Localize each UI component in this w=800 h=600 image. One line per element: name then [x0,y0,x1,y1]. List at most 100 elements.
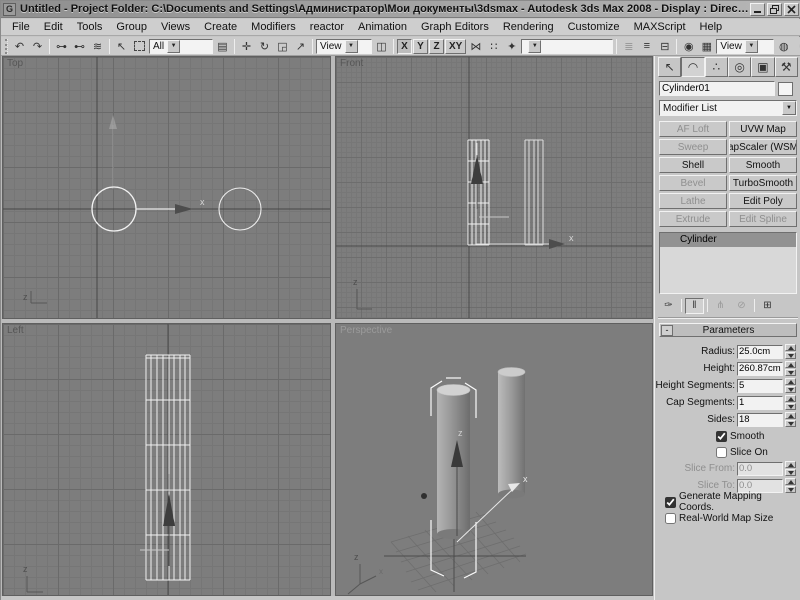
radius-field[interactable] [737,345,783,359]
slice-on-checkbox[interactable] [716,447,727,458]
dropdown-arrow-icon[interactable]: ▼ [345,40,358,53]
spinner-down-icon[interactable] [785,369,796,376]
viewport-perspective[interactable]: z x z x Perspective [335,323,653,596]
schematic-view-icon[interactable]: ⊟ [656,38,673,54]
menu-reactor[interactable]: reactor [303,20,351,34]
layer-manager-icon[interactable]: ≣ [620,38,637,54]
generate-mapping-checkbox[interactable] [665,497,676,508]
viewport-top-label[interactable]: Top [7,58,23,69]
modifier-button-smooth[interactable]: Smooth [729,157,797,173]
selection-filter-dropdown[interactable]: All ▼ [149,39,213,54]
dropdown-arrow-icon[interactable]: ▼ [782,101,796,115]
dropdown-arrow-icon[interactable]: ▼ [167,40,180,53]
sides-field[interactable] [737,413,783,427]
render-scene-icon[interactable]: ▦ [698,38,715,54]
height-field[interactable] [737,362,783,376]
object-name-field[interactable] [659,81,775,96]
axis-constraint-xy-button[interactable]: XY [445,39,466,54]
undo-icon[interactable]: ↶ [11,38,28,54]
named-selection-sets-dropdown[interactable]: ▼ [521,39,613,54]
viewport-left[interactable]: z Left [2,323,331,596]
restore-button[interactable] [767,3,782,16]
height-segments-field[interactable] [737,379,783,393]
axis-constraint-y-button[interactable]: Y [413,39,428,54]
select-object-icon[interactable]: ↖ [113,38,130,54]
select-and-scale-icon[interactable]: ◲ [274,38,291,54]
menu-graph-editors[interactable]: Graph Editors [414,20,496,34]
move-gizmo-x-arrow[interactable] [175,204,193,214]
reference-coordinate-dropdown[interactable]: View ▼ [316,39,372,54]
radius-spinner[interactable] [785,344,796,359]
menu-animation[interactable]: Animation [351,20,414,34]
dropdown-arrow-icon[interactable]: ▼ [528,40,541,53]
modifier-button-uvw-map[interactable]: UVW Map [729,121,797,137]
modifier-button-edit-poly[interactable]: Edit Poly [729,193,797,209]
modifier-stack[interactable]: Cylinder [659,232,797,294]
parameters-rollout-header[interactable]: - Parameters [659,323,797,337]
redo-icon[interactable]: ↷ [29,38,46,54]
menu-create[interactable]: Create [197,20,244,34]
select-and-link-icon[interactable]: ⊶ [53,38,70,54]
select-by-name-icon[interactable]: ▤ [214,38,231,54]
menu-views[interactable]: Views [154,20,197,34]
modifier-button-shell[interactable]: Shell [659,157,727,173]
close-button[interactable] [784,3,799,16]
rollout-collapse-icon[interactable]: - [661,325,673,336]
axis-constraint-x-button[interactable]: X [397,39,412,54]
quick-render-icon[interactable]: ◍ [775,38,792,54]
spinner-down-icon[interactable] [785,420,796,427]
use-pivot-center-icon[interactable]: ◫ [373,38,390,54]
modifier-button-turbosmooth[interactable]: TurboSmooth [729,175,797,191]
height-spinner[interactable] [785,361,796,376]
menu-rendering[interactable]: Rendering [496,20,561,34]
tab-create[interactable]: ↖ [658,57,681,77]
cap-segments-field[interactable] [737,396,783,410]
modifier-list-dropdown[interactable]: Modifier List ▼ [659,100,797,116]
spinner-up-icon[interactable] [785,395,796,402]
toolbar-drag-handle[interactable] [5,39,8,54]
spinner-down-icon[interactable] [785,403,796,410]
cylinder01-object-front[interactable] [468,140,489,245]
menu-group[interactable]: Group [109,20,154,34]
spinner-up-icon[interactable] [785,344,796,351]
spinner-down-icon[interactable] [785,386,796,393]
move-gizmo-x-arrow[interactable] [549,239,565,249]
spinner-down-icon[interactable] [785,352,796,359]
menu-file[interactable]: File [5,20,37,34]
menu-modifiers[interactable]: Modifiers [244,20,303,34]
sides-spinner[interactable] [785,412,796,427]
select-and-manipulate-icon[interactable]: ↗ [292,38,309,54]
curve-editor-icon[interactable]: ≡ [638,38,655,54]
tab-display[interactable]: ▣ [751,57,774,77]
viewport-front[interactable]: x z Front [335,56,653,319]
cylinder02-object-front[interactable] [525,140,543,245]
menu-tools[interactable]: Tools [70,20,110,34]
axis-constraint-z-button[interactable]: Z [429,39,444,54]
menu-edit[interactable]: Edit [37,20,70,34]
activeshade-icon[interactable]: ◑ [793,38,800,54]
tab-modify[interactable]: ◠ [681,57,704,77]
minimize-button[interactable] [750,3,765,16]
real-world-checkbox[interactable] [665,513,676,524]
material-editor-icon[interactable]: ◉ [680,38,697,54]
rectangular-selection-region-icon[interactable] [131,38,148,54]
tab-utilities[interactable]: ⚒ [775,57,798,77]
tab-hierarchy[interactable]: ∴ [705,57,728,77]
pin-stack-icon[interactable]: ✑ [659,298,678,314]
title-bar[interactable]: G Untitled - Project Folder: C:\Document… [1,1,800,18]
menu-maxscript[interactable]: MAXScript [627,20,693,34]
spinner-up-icon[interactable] [785,378,796,385]
unlink-selection-icon[interactable]: ⊷ [71,38,88,54]
select-and-move-icon[interactable]: ✛ [238,38,255,54]
move-gizmo-arrow[interactable] [163,494,175,526]
select-and-rotate-icon[interactable]: ↻ [256,38,273,54]
cap-segments-spinner[interactable] [785,395,796,410]
viewport-perspective-label[interactable]: Perspective [340,325,392,336]
viewport-top[interactable]: x z Top [2,56,331,319]
modifier-button-mapscaler[interactable]: apScaler (WSM [729,139,797,155]
configure-modifier-sets-icon[interactable]: ⊞ [758,298,777,314]
bind-to-spacewarp-icon[interactable]: ≋ [89,38,106,54]
show-end-result-icon[interactable]: ‖ [685,298,704,314]
viewport-left-label[interactable]: Left [7,325,24,336]
mirror-icon[interactable]: ⋈ [467,38,484,54]
